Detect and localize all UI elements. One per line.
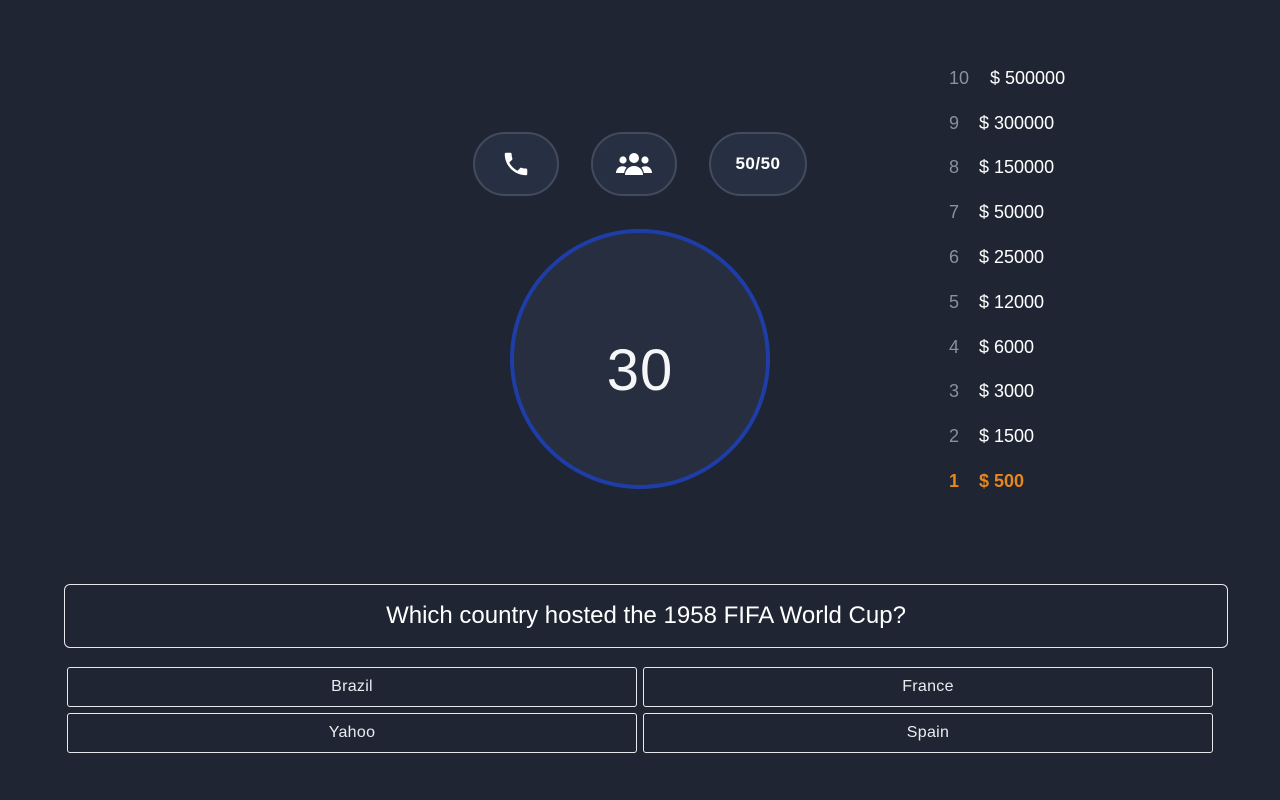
ladder-level-1-current: 1 $ 500 [949, 459, 1189, 504]
phone-a-friend-button[interactable] [473, 132, 559, 196]
level-number: 8 [949, 157, 960, 178]
ask-audience-button[interactable] [591, 132, 677, 196]
level-prize: $ 500000 [990, 67, 1066, 88]
answer-label: Yahoo [328, 724, 376, 741]
level-number: 3 [949, 381, 960, 402]
level-number: 2 [949, 426, 960, 447]
game-screen: 50/50 30 10 $ 500000 9 $ 300000 8 $ 1500… [0, 0, 1280, 800]
fifty-fifty-button[interactable]: 50/50 [709, 132, 807, 196]
level-prize: $ 150000 [979, 157, 1055, 178]
ladder-level-8: 8 $ 150000 [949, 146, 1189, 191]
level-number: 9 [949, 112, 960, 133]
ladder-level-6: 6 $ 25000 [949, 235, 1189, 280]
answer-label: Spain [906, 724, 950, 741]
level-prize: $ 300000 [979, 112, 1055, 133]
answer-label: Brazil [331, 678, 373, 695]
ladder-level-10: 10 $ 500000 [949, 56, 1189, 101]
answer-button[interactable]: Brazil [67, 667, 637, 707]
level-prize: $ 500 [979, 471, 1025, 492]
countdown-timer: 30 [510, 229, 770, 489]
level-number: 6 [949, 247, 960, 268]
answer-button[interactable]: France [643, 667, 1213, 707]
level-number: 7 [949, 202, 960, 223]
level-number: 4 [949, 336, 960, 357]
ladder-level-5: 5 $ 12000 [949, 280, 1189, 325]
ladder-level-4: 4 $ 6000 [949, 325, 1189, 370]
ladder-level-2: 2 $ 1500 [949, 414, 1189, 459]
level-prize: $ 25000 [979, 247, 1045, 268]
level-number: 10 [949, 67, 970, 88]
timer-value: 30 [606, 337, 674, 403]
money-ladder: 10 $ 500000 9 $ 300000 8 $ 150000 7 $ 50… [949, 56, 1189, 504]
level-prize: $ 1500 [979, 426, 1035, 447]
answer-button[interactable]: Spain [643, 713, 1213, 753]
level-prize: $ 3000 [979, 381, 1035, 402]
phone-icon [501, 149, 531, 179]
level-prize: $ 6000 [979, 336, 1035, 357]
ladder-level-9: 9 $ 300000 [949, 101, 1189, 146]
answer-label: France [902, 678, 954, 695]
level-number: 1 [949, 471, 960, 492]
question-text: Which country hosted the 1958 FIFA World… [386, 602, 906, 629]
level-prize: $ 50000 [979, 202, 1045, 223]
question-box: Which country hosted the 1958 FIFA World… [64, 584, 1228, 648]
level-prize: $ 12000 [979, 291, 1045, 312]
answer-button[interactable]: Yahoo [67, 713, 637, 753]
fifty-fifty-label: 50/50 [735, 154, 781, 173]
ladder-level-7: 7 $ 50000 [949, 190, 1189, 235]
level-number: 5 [949, 291, 960, 312]
ladder-level-3: 3 $ 3000 [949, 370, 1189, 415]
audience-icon [616, 151, 652, 177]
